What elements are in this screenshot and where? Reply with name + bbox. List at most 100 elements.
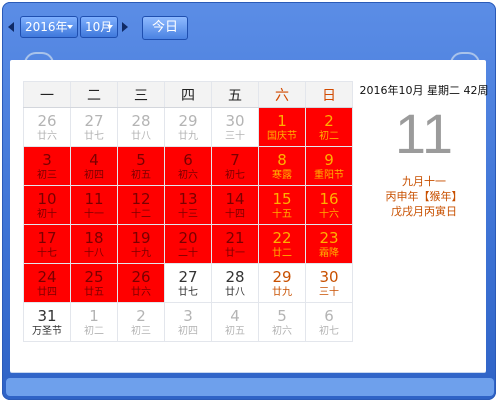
day-cell[interactable]: 2 初三: [117, 302, 165, 342]
day-cell[interactable]: 2 初二: [305, 107, 353, 147]
day-cell[interactable]: 29 廿九: [258, 263, 306, 303]
day-number: 26: [131, 267, 151, 286]
day-cell[interactable]: 10 初十: [23, 185, 71, 225]
lunar-label: 廿四: [37, 286, 57, 298]
day-cell[interactable]: 6 初七: [305, 302, 353, 342]
day-number: 5: [136, 150, 146, 169]
day-cell[interactable]: 11 十一: [70, 185, 118, 225]
day-cell[interactable]: 4 初五: [211, 302, 259, 342]
day-number: 19: [131, 228, 151, 247]
day-number: 30: [225, 111, 245, 130]
day-cell[interactable]: 20 二十: [164, 224, 212, 264]
selected-day-number: 11: [394, 102, 454, 165]
today-button[interactable]: 今日: [142, 16, 188, 40]
day-cell[interactable]: 22 廿二: [258, 224, 306, 264]
day-cell[interactable]: 7 初七: [211, 146, 259, 186]
day-cell[interactable]: 29 廿九: [164, 107, 212, 147]
chevron-down-icon: [67, 25, 73, 29]
day-cell[interactable]: 27 廿七: [70, 107, 118, 147]
lunar-label: 廿九: [272, 286, 292, 298]
day-cell[interactable]: 1 国庆节: [258, 107, 306, 147]
day-cell[interactable]: 30 三十: [211, 107, 259, 147]
lunar-label: 廿五: [84, 286, 104, 298]
lunar-label: 重阳节: [314, 169, 344, 181]
day-cell[interactable]: 8 寒露: [258, 146, 306, 186]
lunar-date: 九月十一: [402, 175, 446, 188]
month-select[interactable]: 10月: [80, 16, 118, 38]
day-number: 9: [324, 150, 334, 169]
day-number: 16: [319, 189, 339, 208]
lunar-label: 十六: [319, 208, 339, 220]
day-number: 8: [277, 150, 287, 169]
day-cell[interactable]: 19 十九: [117, 224, 165, 264]
day-number: 21: [225, 228, 245, 247]
lunar-label: 初五: [225, 325, 245, 337]
day-number: 20: [178, 228, 198, 247]
next-month-icon[interactable]: [122, 22, 128, 32]
lunar-label: 初六: [272, 325, 292, 337]
week-row: 17 十七 18 十八 19 十九 20 二十 21 廿一 22 廿二 23 霜降: [23, 224, 353, 264]
day-cell[interactable]: 28 廿八: [211, 263, 259, 303]
day-cell[interactable]: 1 初二: [70, 302, 118, 342]
weekday-header: 六: [258, 81, 306, 108]
day-number: 3: [42, 150, 52, 169]
day-cell[interactable]: 26 廿六: [117, 263, 165, 303]
day-cell[interactable]: 31 万圣节: [23, 302, 71, 342]
day-cell[interactable]: 13 十三: [164, 185, 212, 225]
day-number: 7: [230, 150, 240, 169]
day-cell[interactable]: 3 初四: [164, 302, 212, 342]
day-cell[interactable]: 15 十五: [258, 185, 306, 225]
lunar-label: 廿九: [178, 130, 198, 142]
day-cell[interactable]: 4 初四: [70, 146, 118, 186]
day-cell[interactable]: 12 十二: [117, 185, 165, 225]
lunar-label: 廿八: [225, 286, 245, 298]
year-select[interactable]: 2016年: [20, 16, 78, 38]
weekday-header: 三: [117, 81, 165, 108]
date-header: 2016年10月 星期二 42周: [359, 84, 489, 97]
day-number: 18: [84, 228, 104, 247]
lunar-label: 初七: [225, 169, 245, 181]
weekday-header: 一: [23, 81, 71, 108]
day-cell[interactable]: 23 霜降: [305, 224, 353, 264]
lunar-label: 十八: [84, 247, 104, 259]
year-ganzhi: 丙申年【猴年】: [385, 190, 463, 203]
lunar-label: 十九: [131, 247, 151, 259]
day-cell[interactable]: 5 初五: [117, 146, 165, 186]
lunar-label: 廿六: [131, 286, 151, 298]
prev-month-icon[interactable]: [8, 22, 14, 32]
weekday-header: 二: [70, 81, 118, 108]
day-number: 2: [136, 306, 146, 325]
day-cell[interactable]: 3 初三: [23, 146, 71, 186]
day-cell[interactable]: 25 廿五: [70, 263, 118, 303]
lunar-label: 十四: [225, 208, 245, 220]
year-select-label: 2016年: [25, 20, 68, 34]
lunar-label: 廿六: [37, 130, 57, 142]
day-cell[interactable]: 9 重阳节: [305, 146, 353, 186]
weekday-header: 五: [211, 81, 259, 108]
calendar-toolbar: 2016年 10月 今日: [2, 2, 496, 52]
day-cell[interactable]: 14 十四: [211, 185, 259, 225]
month-day-ganzhi: 戊戌月丙寅日: [391, 205, 457, 218]
frame-bottom-edge: [6, 378, 494, 396]
day-cell[interactable]: 18 十八: [70, 224, 118, 264]
day-cell[interactable]: 24 廿四: [23, 263, 71, 303]
weekday-header: 日: [305, 81, 353, 108]
lunar-label: 初三: [37, 169, 57, 181]
day-number: 14: [225, 189, 245, 208]
day-number: 26: [37, 111, 57, 130]
day-cell[interactable]: 17 十七: [23, 224, 71, 264]
day-cell[interactable]: 27 廿七: [164, 263, 212, 303]
lunar-label: 二十: [178, 247, 198, 259]
week-row: 10 初十 11 十一 12 十二 13 十三 14 十四 15 十五 16 十六: [23, 185, 353, 225]
day-cell[interactable]: 6 初六: [164, 146, 212, 186]
lunar-label: 廿一: [225, 247, 245, 259]
day-number: 6: [183, 150, 193, 169]
lunar-label: 十二: [131, 208, 151, 220]
chevron-down-icon: [107, 25, 113, 29]
day-cell[interactable]: 5 初六: [258, 302, 306, 342]
day-cell[interactable]: 16 十六: [305, 185, 353, 225]
day-cell[interactable]: 21 廿一: [211, 224, 259, 264]
day-cell[interactable]: 26 廿六: [23, 107, 71, 147]
day-cell[interactable]: 30 三十: [305, 263, 353, 303]
day-cell[interactable]: 28 廿八: [117, 107, 165, 147]
